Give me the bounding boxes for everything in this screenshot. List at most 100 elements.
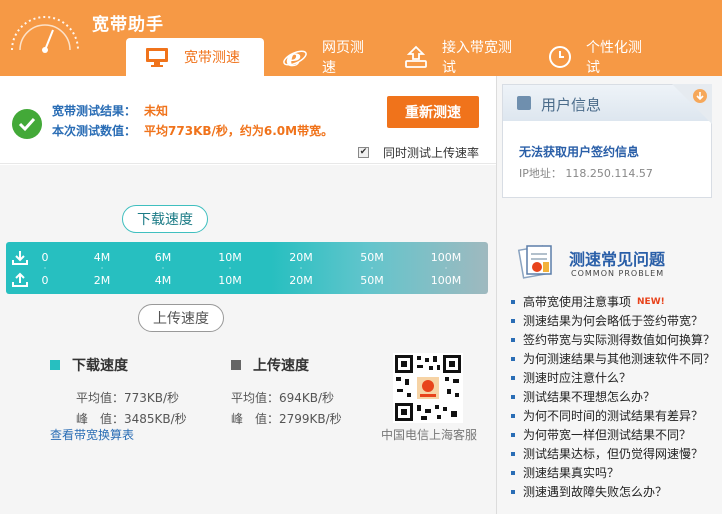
tab-label: 网页测速: [322, 40, 364, 76]
user-info-title: 用户信息: [541, 96, 602, 114]
bullet-icon: [511, 356, 515, 361]
scale-tick: 20M: [289, 274, 313, 287]
faq-item[interactable]: 测试结果达标，但仍觉得网速慢？: [511, 444, 721, 463]
tab-web-speed[interactable]: e 网页测速: [264, 38, 386, 76]
scale-tick: 4M: [154, 274, 172, 287]
faq-title: 测速常见问题: [569, 250, 666, 269]
bullet-icon: [511, 489, 515, 494]
faq-item[interactable]: 测试结果不理想怎么办？: [511, 387, 721, 406]
faq-item[interactable]: 高带宽使用注意事项 NEW!: [511, 292, 721, 311]
qr-code: [393, 353, 463, 423]
success-check-icon: [12, 109, 42, 139]
user-icon: [517, 96, 531, 110]
bullet-icon: [511, 394, 515, 399]
monitor-icon: [144, 44, 170, 70]
faq-list: 高带宽使用注意事项 NEW! 测速结果为何会略低于签约带宽？ 签约带宽与实际测得数…: [511, 292, 721, 501]
app-title: 宽带助手: [92, 15, 164, 35]
ie-icon: e: [282, 44, 308, 70]
scale-tick: 100M: [430, 251, 462, 264]
upload-speed-bubble: 上传速度: [138, 304, 224, 332]
faq-document-icon: [517, 245, 552, 279]
result-panel: 宽带测试结果： 未知 本次测试数值： 平均773KB/秒，约为6.0M带宽。 重新测…: [0, 76, 496, 164]
faq-item[interactable]: 签约带宽与实际测得数值如何换算？: [511, 330, 721, 349]
bandwidth-table-link[interactable]: 查看带宽换算表: [50, 426, 134, 443]
upload-stats: 上传速度 平均值：694KB/秒 峰 值：2799KB/秒: [231, 355, 342, 427]
faq-item[interactable]: 测速结果真实吗？: [511, 463, 721, 482]
scale-tick: 6M: [154, 251, 172, 264]
faq-item-text: 测试结果达标，但仍觉得网速慢？: [523, 447, 704, 461]
value-label: 本次测试数值：: [52, 124, 137, 138]
faq-subtitle: COMMON PROBLEM: [571, 269, 665, 278]
speedometer-icon: [11, 16, 79, 53]
bullet-icon: [511, 299, 515, 304]
tab-broadband-speed[interactable]: 宽带测速: [126, 38, 264, 76]
scale-tick: 50M: [360, 274, 384, 287]
download-stats-title: 下载速度: [72, 358, 128, 374]
ip-address: IP地址： 118.250.114.57: [519, 167, 653, 180]
faq-item[interactable]: 为何不同时间的测试结果有差异？: [511, 406, 721, 425]
upload-test-checkbox[interactable]: ✔ 同时测试上传速率: [358, 144, 479, 161]
result-value: 未知: [144, 104, 169, 118]
scale-tick: 10M: [218, 251, 242, 264]
faq-item-text: 测速结果真实吗？: [523, 466, 620, 480]
tab-label: 接入带宽测试: [442, 40, 512, 76]
download-speed-bubble: 下载速度: [122, 205, 208, 233]
checkbox-icon[interactable]: ✔: [358, 147, 369, 158]
faq-item[interactable]: 测速时应注意什么？: [511, 368, 721, 387]
bullet-icon: [511, 337, 515, 342]
scale-tick: 20M: [289, 251, 313, 264]
bullet-icon: [511, 432, 515, 437]
tab-label: 个性化测试: [586, 40, 642, 76]
bullet-icon: [511, 375, 515, 380]
scale-tick: 10M: [218, 274, 242, 287]
upload-scale: 0 2M 4M 10M 20M 50M 100M: [6, 274, 488, 288]
scale-tick: 0: [41, 274, 49, 287]
download-color-square: [50, 360, 60, 370]
faq-item-text: 高带宽使用注意事项: [523, 295, 632, 309]
right-sidebar: 用户信息 无法获取用户签约信息 IP地址： 118.250.114.57 测速常…: [496, 76, 722, 514]
bullet-icon: [511, 413, 515, 418]
bullet-icon: [511, 318, 515, 323]
download-stats: 下载速度 平均值：773KB/秒 峰 值：3485KB/秒: [50, 355, 187, 427]
bullet-icon: [511, 451, 515, 456]
scale-tick: 4M: [93, 251, 111, 264]
page-fold-download-icon[interactable]: [672, 84, 712, 124]
faq-item[interactable]: 为何测速结果与其他测速软件不同？: [511, 349, 721, 368]
clock-icon: [548, 44, 572, 70]
result-label: 宽带测试结果：: [52, 104, 137, 118]
value-text: 平均773KB/秒，约为6.0M带宽。: [144, 124, 334, 138]
faq-item[interactable]: 测速结果为何会略低于签约带宽？: [511, 311, 721, 330]
scale-tick: 50M: [360, 251, 384, 264]
download-peak: 峰 值：3485KB/秒: [76, 412, 187, 426]
upload-stats-title: 上传速度: [253, 358, 309, 374]
user-message: 无法获取用户签约信息: [519, 145, 640, 159]
result-row: 宽带测试结果： 未知: [52, 102, 168, 119]
faq-item-text: 测速遇到故障失败怎么办？: [523, 485, 668, 499]
scale-tick: 0: [41, 251, 49, 264]
faq-item-text: 为何测速结果与其他测速软件不同？: [523, 352, 716, 366]
scale-tick: 100M: [430, 274, 462, 287]
faq-item-text: 测速时应注意什么？: [523, 371, 632, 385]
download-scale: 0 4M 6M 10M 20M 50M 100M: [6, 251, 488, 265]
faq-item[interactable]: 为何带宽一样但测试结果不同？: [511, 425, 721, 444]
tab-access-bandwidth[interactable]: 接入带宽测试: [386, 38, 530, 76]
faq-item-text: 测速结果为何会略低于签约带宽？: [523, 314, 704, 328]
tab-custom-test[interactable]: 个性化测试: [530, 38, 664, 76]
speed-scale-bar: 0 4M 6M 10M 20M 50M 100M · · · · · · · 0 2M 4M…: [6, 242, 488, 294]
upload-color-square: [231, 360, 241, 370]
user-info-card: 用户信息 无法获取用户签约信息 IP地址： 118.250.114.57: [502, 84, 712, 198]
speed-gauge-panel: 下载速度 0 4M 6M 10M 20M 50M 100M · · · · · · · 0 …: [0, 165, 496, 514]
main-tabs: 宽带测速 e 网页测速 接入带宽测试 个性化测试: [126, 38, 664, 76]
retest-button[interactable]: 重新测速: [387, 96, 479, 128]
qr-caption: 中国电信上海客服: [381, 428, 478, 442]
scale-tick: 2M: [93, 274, 111, 287]
faq-item-text: 为何不同时间的测试结果有差异？: [523, 409, 704, 423]
tab-label: 宽带测速: [184, 50, 240, 66]
faq-item-text: 签约带宽与实际测得数值如何换算？: [523, 333, 716, 347]
faq-item-text: 测试结果不理想怎么办？: [523, 390, 656, 404]
download-avg: 平均值：773KB/秒: [76, 391, 180, 405]
faq-item-text: 为何带宽一样但测试结果不同？: [523, 428, 692, 442]
new-badge: NEW!: [637, 296, 665, 307]
faq-item[interactable]: 测速遇到故障失败怎么办？: [511, 482, 721, 501]
upload-box-icon: [404, 44, 428, 70]
